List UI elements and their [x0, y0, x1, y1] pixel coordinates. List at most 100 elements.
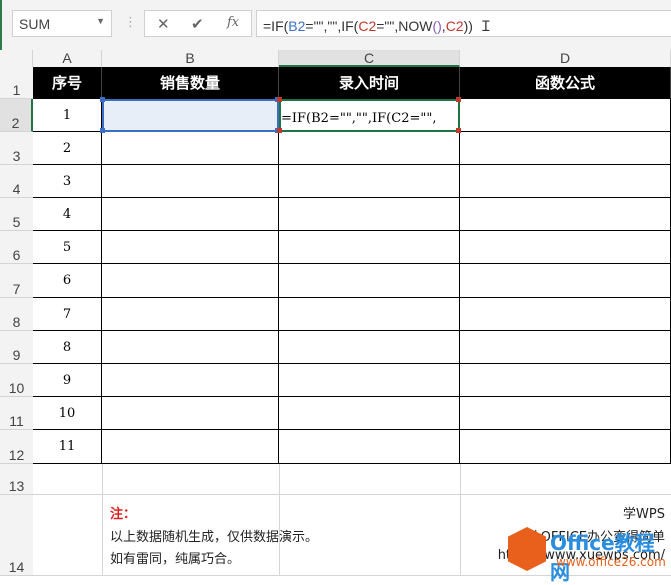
cell[interactable] [460, 298, 671, 331]
cell[interactable] [102, 165, 279, 198]
cancel-icon[interactable]: ✕ [157, 15, 170, 33]
note-line-2: 如有雷同，纯属巧合。 [110, 552, 241, 567]
serial-cell[interactable]: 8 [33, 331, 102, 364]
cell[interactable] [460, 331, 671, 364]
cell[interactable] [279, 264, 460, 298]
column-title[interactable]: 函数公式 [460, 67, 671, 99]
formula-ref-b2: B2 [288, 18, 306, 34]
cell[interactable] [460, 430, 671, 464]
cell[interactable] [279, 331, 460, 364]
cell[interactable] [102, 397, 279, 430]
row-header-2[interactable]: 2 [0, 99, 33, 132]
cell[interactable] [102, 132, 279, 165]
cell[interactable] [460, 99, 671, 132]
row-header-4[interactable]: 4 [0, 165, 33, 198]
row-header-5[interactable]: 5 [0, 198, 33, 231]
row-header-7[interactable]: 7 [0, 264, 33, 298]
cell[interactable] [279, 132, 460, 165]
row-header-12[interactable]: 12 [0, 430, 33, 464]
range-handle[interactable] [456, 97, 461, 102]
name-box[interactable]: SUM ▼ [12, 10, 112, 37]
note-title: 注： [110, 507, 137, 522]
gridline [279, 464, 280, 576]
row-header-3[interactable]: 3 [0, 132, 33, 165]
formula-ref-c2: C2 [358, 18, 377, 34]
gridline [102, 464, 103, 576]
cell[interactable] [460, 231, 671, 264]
serial-cell[interactable]: 7 [33, 298, 102, 331]
cell[interactable] [102, 331, 279, 364]
cell[interactable] [279, 298, 460, 331]
cell-c2-editing[interactable]: =IF(B2="","",IF(C2="", [279, 99, 460, 132]
cell[interactable] [460, 165, 671, 198]
row-header-11[interactable]: 11 [0, 397, 33, 430]
row-header-8[interactable]: 8 [0, 298, 33, 331]
formula-part: =IF( [263, 18, 289, 34]
column-header-b[interactable]: B [102, 50, 279, 67]
select-all-corner[interactable] [0, 50, 33, 67]
formula-toolbar: SUM ▼ ⋮ ✕ ✔ fx =IF(B2="","",IF(C2="",NOW(… [0, 0, 671, 50]
cell[interactable] [102, 430, 279, 464]
range-handle[interactable] [456, 128, 461, 133]
range-handle[interactable] [100, 97, 105, 102]
formula-part: ="","",IF( [305, 18, 359, 34]
cell[interactable] [279, 397, 460, 430]
row-header-13[interactable]: 13 [0, 464, 33, 495]
serial-cell[interactable]: 5 [33, 231, 102, 264]
formula-buttons: ✕ ✔ fx [144, 10, 252, 37]
formula-part: () [432, 18, 442, 34]
cell[interactable] [460, 397, 671, 430]
cell-b2[interactable] [102, 99, 279, 132]
serial-cell[interactable]: 1 [33, 99, 102, 132]
column-title[interactable]: 序号 [33, 67, 102, 99]
text-cursor-icon: Ｉ [478, 18, 493, 34]
cell[interactable] [102, 298, 279, 331]
serial-cell[interactable]: 2 [33, 132, 102, 165]
serial-cell[interactable]: 11 [33, 430, 102, 464]
watermark-url: www.office26.com [556, 555, 666, 569]
formula-ref-c2: C2 [445, 18, 464, 34]
serial-cell[interactable]: 3 [33, 165, 102, 198]
empty-row[interactable] [33, 464, 671, 495]
range-handle[interactable] [277, 128, 282, 133]
column-header-c[interactable]: C [279, 50, 460, 67]
cell[interactable] [460, 132, 671, 165]
row-header-10[interactable]: 10 [0, 364, 33, 397]
row-header-6[interactable]: 6 [0, 231, 33, 264]
cell[interactable] [279, 198, 460, 231]
column-title[interactable]: 销售数量 [102, 67, 279, 99]
range-handle[interactable] [277, 97, 282, 102]
cell[interactable] [460, 364, 671, 397]
name-box-value: SUM [19, 16, 51, 32]
cell[interactable] [102, 264, 279, 298]
cell[interactable] [279, 364, 460, 397]
confirm-icon[interactable]: ✔ [191, 15, 204, 33]
right-note-1: 学WPS [623, 507, 665, 522]
note-line-1: 以上数据随机生成，仅供数据演示。 [110, 530, 319, 545]
cell[interactable] [279, 165, 460, 198]
serial-cell[interactable]: 4 [33, 198, 102, 231]
chevron-down-icon[interactable]: ▼ [96, 16, 105, 26]
insert-function-icon[interactable]: fx [227, 15, 239, 30]
range-handle[interactable] [100, 128, 105, 133]
cell[interactable] [279, 430, 460, 464]
column-header-a[interactable]: A [33, 50, 102, 67]
cell[interactable] [102, 364, 279, 397]
cell[interactable] [102, 198, 279, 231]
serial-cell[interactable]: 10 [33, 397, 102, 430]
formula-part: )) [463, 18, 473, 34]
cell[interactable] [460, 264, 671, 298]
formula-part: ="",NOW [376, 18, 433, 34]
row-header-14[interactable]: 14 [0, 495, 33, 576]
drag-handle-icon[interactable]: ⋮ [124, 14, 137, 30]
cell[interactable] [279, 231, 460, 264]
row-header-1[interactable]: 1 [0, 67, 33, 99]
serial-cell[interactable]: 6 [33, 264, 102, 298]
cell[interactable] [102, 231, 279, 264]
cell[interactable] [460, 198, 671, 231]
row-header-9[interactable]: 9 [0, 331, 33, 364]
column-header-d[interactable]: D [460, 50, 671, 67]
formula-input[interactable]: =IF(B2="","",IF(C2="",NOW(),C2)) Ｉ [256, 10, 671, 37]
serial-cell[interactable]: 9 [33, 364, 102, 397]
column-title[interactable]: 录入时间 [279, 67, 460, 99]
